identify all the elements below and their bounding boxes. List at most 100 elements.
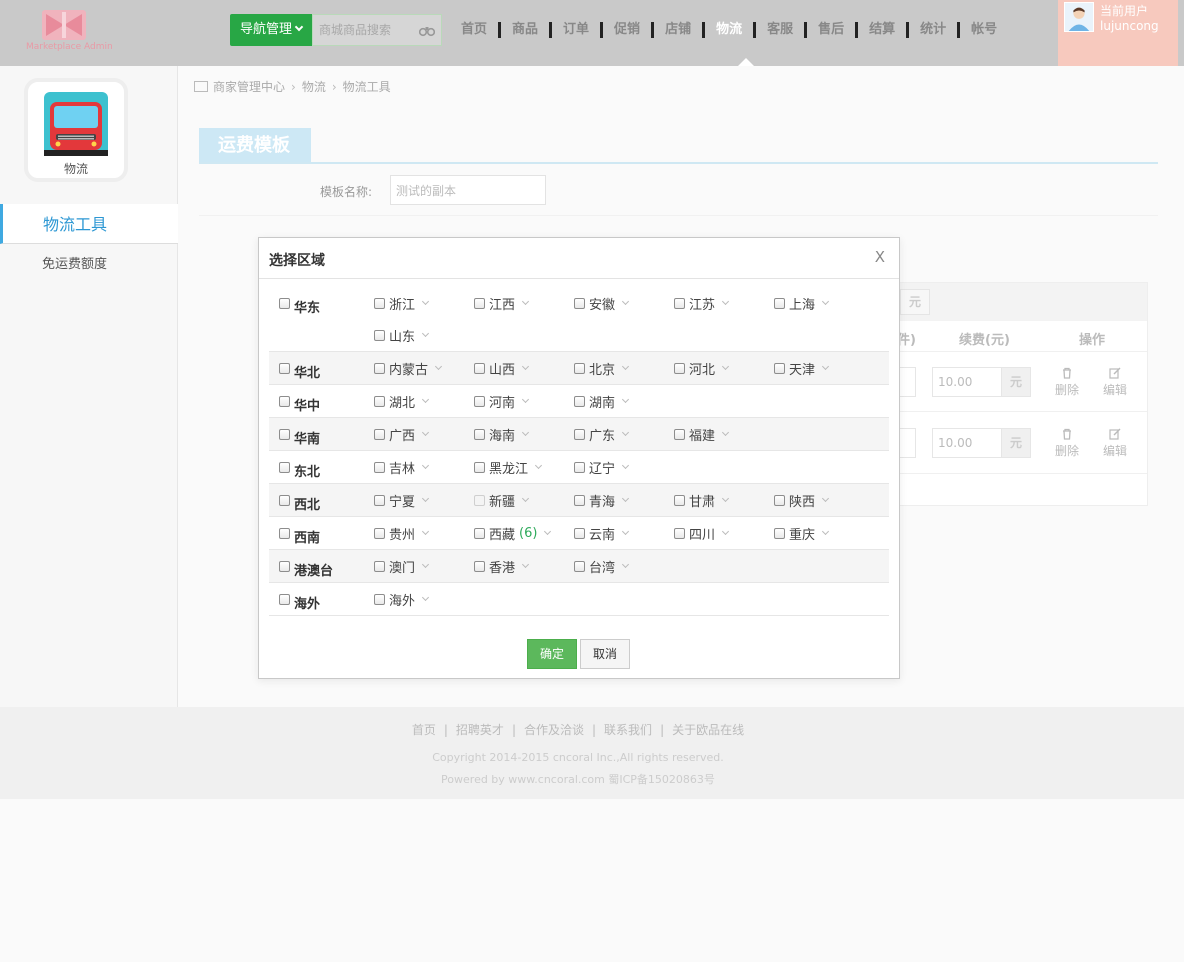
province-checkbox[interactable] bbox=[374, 494, 385, 506]
nav-item[interactable]: 促销 bbox=[603, 22, 655, 38]
footer-link[interactable]: 合作及洽谈 bbox=[524, 723, 584, 737]
expand-cities-icon[interactable] bbox=[421, 560, 430, 568]
footer-link[interactable]: 联系我们 bbox=[604, 723, 652, 737]
confirm-button[interactable]: 确定 bbox=[527, 639, 577, 669]
breadcrumb-item[interactable]: 商家管理中心 bbox=[213, 78, 285, 95]
province-checkbox[interactable] bbox=[474, 461, 485, 473]
province-checkbox[interactable] bbox=[674, 362, 685, 374]
province-checkbox[interactable] bbox=[474, 428, 485, 440]
footer-link[interactable]: 关于欧品在线 bbox=[672, 723, 744, 737]
region-checkbox[interactable] bbox=[279, 561, 290, 572]
expand-cities-icon[interactable] bbox=[421, 297, 430, 305]
province-checkbox[interactable] bbox=[574, 395, 585, 407]
region-checkbox[interactable] bbox=[279, 495, 290, 506]
count-input-stub[interactable] bbox=[899, 428, 916, 458]
nav-item[interactable]: 统计 bbox=[909, 22, 961, 38]
site-logo[interactable]: Marketplace Admin bbox=[26, 4, 113, 54]
expand-cities-icon[interactable] bbox=[421, 395, 430, 403]
nav-item[interactable]: 客服 bbox=[756, 22, 808, 38]
expand-cities-icon[interactable] bbox=[421, 494, 430, 502]
delete-button[interactable]: 删除 bbox=[1049, 367, 1085, 398]
nav-item[interactable]: 首页 bbox=[450, 22, 502, 38]
province-checkbox[interactable] bbox=[774, 297, 785, 309]
expand-cities-icon[interactable] bbox=[821, 297, 830, 305]
nav-item[interactable]: 店铺 bbox=[654, 22, 706, 38]
province-checkbox[interactable] bbox=[474, 527, 485, 539]
edit-button[interactable]: 编辑 bbox=[1097, 367, 1133, 398]
expand-cities-icon[interactable] bbox=[534, 461, 543, 469]
province-checkbox[interactable] bbox=[374, 560, 385, 572]
province-checkbox[interactable] bbox=[374, 461, 385, 473]
province-checkbox[interactable] bbox=[474, 362, 485, 374]
expand-cities-icon[interactable] bbox=[521, 494, 530, 502]
binoculars-icon[interactable] bbox=[419, 23, 435, 37]
region-checkbox[interactable] bbox=[279, 462, 290, 473]
province-checkbox[interactable] bbox=[574, 461, 585, 473]
expand-cities-icon[interactable] bbox=[521, 297, 530, 305]
expand-cities-icon[interactable] bbox=[621, 362, 630, 370]
expand-cities-icon[interactable] bbox=[721, 428, 730, 436]
expand-cities-icon[interactable] bbox=[421, 527, 430, 535]
province-checkbox[interactable] bbox=[674, 297, 685, 309]
nav-item[interactable]: 结算 bbox=[858, 22, 910, 38]
expand-cities-icon[interactable] bbox=[621, 494, 630, 502]
footer-link[interactable]: 招聘英才 bbox=[456, 723, 504, 737]
province-checkbox[interactable] bbox=[574, 362, 585, 374]
close-button[interactable]: X bbox=[875, 248, 885, 266]
fee-input[interactable]: 10.00 bbox=[932, 367, 1002, 397]
province-checkbox[interactable] bbox=[474, 297, 485, 309]
edit-button[interactable]: 编辑 bbox=[1097, 428, 1133, 459]
nav-item[interactable]: 售后 bbox=[807, 22, 859, 38]
expand-cities-icon[interactable] bbox=[821, 362, 830, 370]
expand-cities-icon[interactable] bbox=[721, 527, 730, 535]
expand-cities-icon[interactable] bbox=[421, 593, 430, 601]
search-input[interactable] bbox=[313, 15, 413, 45]
region-checkbox[interactable] bbox=[279, 298, 290, 309]
province-checkbox[interactable] bbox=[374, 395, 385, 407]
breadcrumb-item[interactable]: 物流 bbox=[302, 78, 326, 95]
expand-cities-icon[interactable] bbox=[821, 527, 830, 535]
province-checkbox[interactable] bbox=[574, 428, 585, 440]
expand-cities-icon[interactable] bbox=[621, 560, 630, 568]
expand-cities-icon[interactable] bbox=[521, 362, 530, 370]
province-checkbox[interactable] bbox=[374, 297, 385, 309]
fee-input[interactable]: 10.00 bbox=[932, 428, 1002, 458]
province-checkbox[interactable] bbox=[674, 527, 685, 539]
region-checkbox[interactable] bbox=[279, 363, 290, 374]
nav-item[interactable]: 物流 bbox=[705, 22, 757, 38]
province-checkbox[interactable] bbox=[674, 428, 685, 440]
logistics-app-tile[interactable]: 物流 bbox=[24, 78, 128, 182]
expand-cities-icon[interactable] bbox=[421, 428, 430, 436]
avatar[interactable] bbox=[1064, 2, 1094, 32]
expand-cities-icon[interactable] bbox=[721, 297, 730, 305]
expand-cities-icon[interactable] bbox=[521, 428, 530, 436]
province-checkbox[interactable] bbox=[674, 494, 685, 506]
province-checkbox[interactable] bbox=[574, 527, 585, 539]
province-checkbox[interactable] bbox=[774, 494, 785, 506]
expand-cities-icon[interactable] bbox=[621, 297, 630, 305]
expand-cities-icon[interactable] bbox=[434, 362, 443, 370]
province-checkbox[interactable] bbox=[374, 527, 385, 539]
province-checkbox[interactable] bbox=[374, 362, 385, 374]
region-checkbox[interactable] bbox=[279, 528, 290, 539]
sidebar-item-free-shipping[interactable]: 免运费额度 bbox=[42, 253, 107, 272]
nav-item[interactable]: 帐号 bbox=[960, 22, 1008, 38]
province-checkbox[interactable] bbox=[774, 362, 785, 374]
nav-item[interactable]: 订单 bbox=[552, 22, 604, 38]
province-checkbox[interactable] bbox=[374, 428, 385, 440]
expand-cities-icon[interactable] bbox=[721, 494, 730, 502]
province-checkbox[interactable] bbox=[474, 395, 485, 407]
province-checkbox[interactable] bbox=[574, 297, 585, 309]
expand-cities-icon[interactable] bbox=[621, 395, 630, 403]
expand-cities-icon[interactable] bbox=[621, 461, 630, 469]
expand-cities-icon[interactable] bbox=[621, 428, 630, 436]
expand-cities-icon[interactable] bbox=[521, 395, 530, 403]
template-name-input[interactable] bbox=[390, 175, 546, 205]
expand-cities-icon[interactable] bbox=[421, 329, 430, 337]
province-checkbox[interactable] bbox=[574, 560, 585, 572]
expand-cities-icon[interactable] bbox=[621, 527, 630, 535]
nav-manage-button[interactable]: 导航管理 bbox=[230, 14, 312, 46]
footer-link[interactable]: 首页 bbox=[412, 723, 436, 737]
nav-item[interactable]: 商品 bbox=[501, 22, 553, 38]
region-checkbox[interactable] bbox=[279, 594, 290, 605]
